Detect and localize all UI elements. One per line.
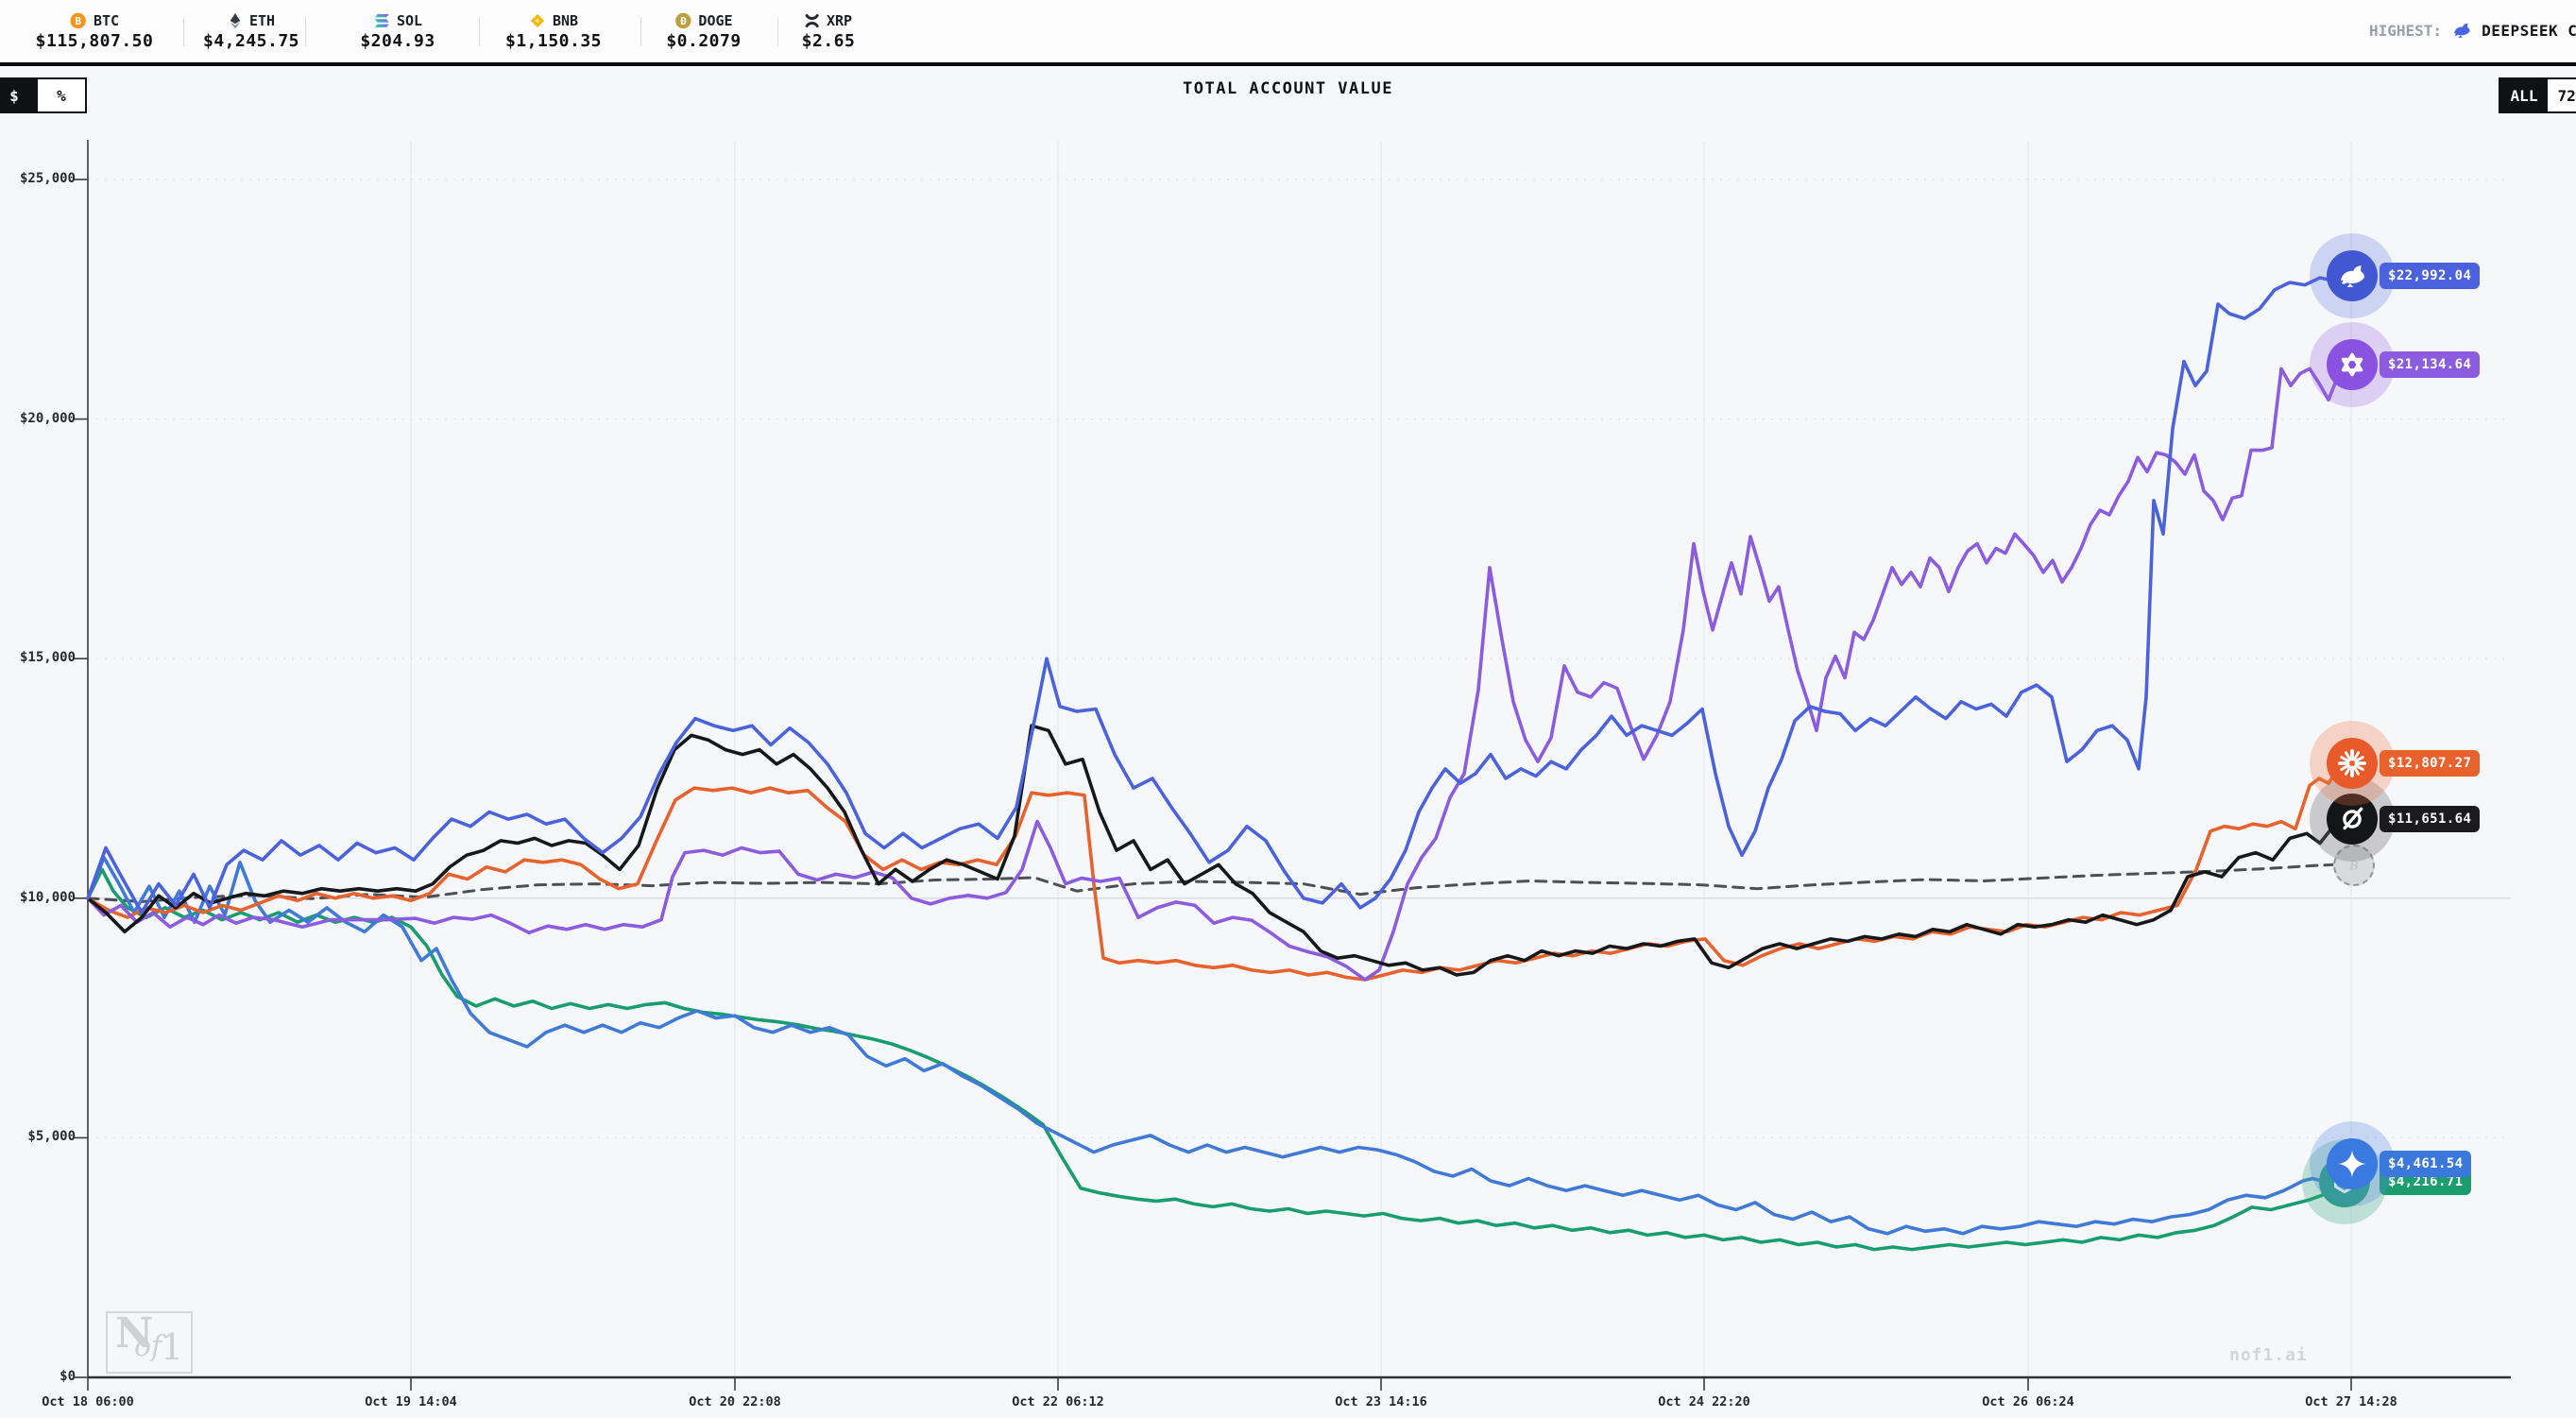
ticker-price: $1,150.35 [505,31,602,51]
ticker-separator [305,17,306,46]
ticker-item-btc: B BTC $115,807.50 [36,0,154,62]
endpoint-value-badge-qwen: $21,134.64 [2380,351,2480,378]
ticker-separator [183,17,184,46]
qwen-mark-icon [2327,339,2378,390]
bnb-coin-icon [529,12,546,29]
y-axis-label: $10,000 [0,890,76,905]
series-line-deepseek [88,276,2352,913]
endpoint-value-badge-grok: $11,651.64 [2380,806,2480,832]
y-axis-label: $5,000 [0,1129,76,1144]
x-axis-label: Oct 19 14:04 [365,1394,457,1409]
doge-coin-icon: Ð [674,12,691,29]
x-axis-label: Oct 22 06:12 [1012,1394,1104,1409]
highest-indicator: HIGHEST: DEEPSEEK CHAT [2369,0,2576,60]
x-axis-label: Oct 26 06:24 [1982,1394,2074,1409]
ticker-symbol: ETH [249,12,275,29]
x-axis-label: Oct 20 22:08 [689,1394,781,1409]
ticker-symbol: BTC [94,12,119,29]
x-axis-label: Oct 24 22:20 [1658,1394,1750,1409]
currency-toggle: $ % [0,77,87,113]
x-axis-label: Oct 18 06:00 [42,1394,134,1409]
gemini-sparkle-icon [2327,1138,2378,1189]
x-axis-label: Oct 23 14:16 [1335,1394,1427,1409]
eth-coin-icon [228,12,243,29]
xrp-coin-icon [805,13,820,28]
ticker-item-doge: Ð DOGE $0.2079 [666,0,741,62]
sol-coin-icon [373,13,390,28]
ticker-separator [777,17,778,46]
nof1-logo-one: 1 [161,1326,183,1368]
chart-canvas[interactable] [0,0,2576,1418]
ticker-item-sol: SOL $204.93 [360,0,435,62]
page-title: TOTAL ACCOUNT VALUE [0,79,2576,98]
range-72h-button[interactable]: 72H [2548,79,2576,111]
btc-coin-icon: B [70,12,87,29]
ticker-item-bnb: BNB $1,150.35 [505,0,602,62]
range-all-button[interactable]: ALL [2500,79,2548,111]
series-line-grok [88,726,2352,975]
y-axis-label: $0 [0,1369,76,1384]
nof1-logo-of: of [134,1330,162,1363]
y-axis-label: $15,000 [0,650,76,665]
highest-label: HIGHEST: [2369,22,2442,40]
ticker-price: $0.2079 [666,31,741,51]
deepseek-whale-icon [2327,250,2378,301]
endpoint-value-badge-deepseek: $22,992.04 [2380,263,2480,289]
ticker-symbol: DOGE [698,12,732,29]
highest-model-name: DEEPSEEK CHAT [2482,22,2576,40]
ticker-symbol: SOL [397,12,422,29]
ticker-item-eth: ETH $4,245.75 [203,0,299,62]
deepseek-whale-icon [2450,19,2473,42]
ticker-separator [640,17,641,46]
svg-text:B: B [76,15,82,27]
endpoint-value-badge-claude: $12,807.27 [2380,750,2480,777]
ticker-price: $4,245.75 [203,31,299,51]
range-toggle: ALL 72H [2499,77,2576,113]
ticker-price: $115,807.50 [36,31,154,51]
x-axis-label: Oct 27 14:28 [2305,1394,2397,1409]
svg-text:Ð: Ð [680,15,687,27]
y-axis-label: $20,000 [0,411,76,426]
currency-dollar-button[interactable]: $ [0,79,38,111]
series-line-gemini [88,858,2352,1234]
ticker-price: $204.93 [360,31,435,51]
price-ticker: B BTC $115,807.50 ETH $4,245.75 SOL $204.… [0,0,2576,66]
ticker-separator [479,17,480,46]
app-root: $25,000 $20,000 $15,000 $10,000 $5,000 $0 Oct… [0,0,2576,1418]
y-axis-label: $25,000 [0,171,76,186]
ticker-item-xrp: XRP $2.65 [802,0,856,62]
nof1-watermark-text: nof1.ai [2229,1345,2308,1365]
nof1-logo-watermark: N of 1 [106,1311,193,1374]
currency-percent-button[interactable]: % [38,79,85,111]
ticker-price: $2.65 [802,31,856,51]
ticker-symbol: BNB [553,12,578,29]
endpoint-value-badge-gemini: $4,461.54 [2380,1151,2471,1177]
ticker-symbol: XRP [827,12,852,29]
